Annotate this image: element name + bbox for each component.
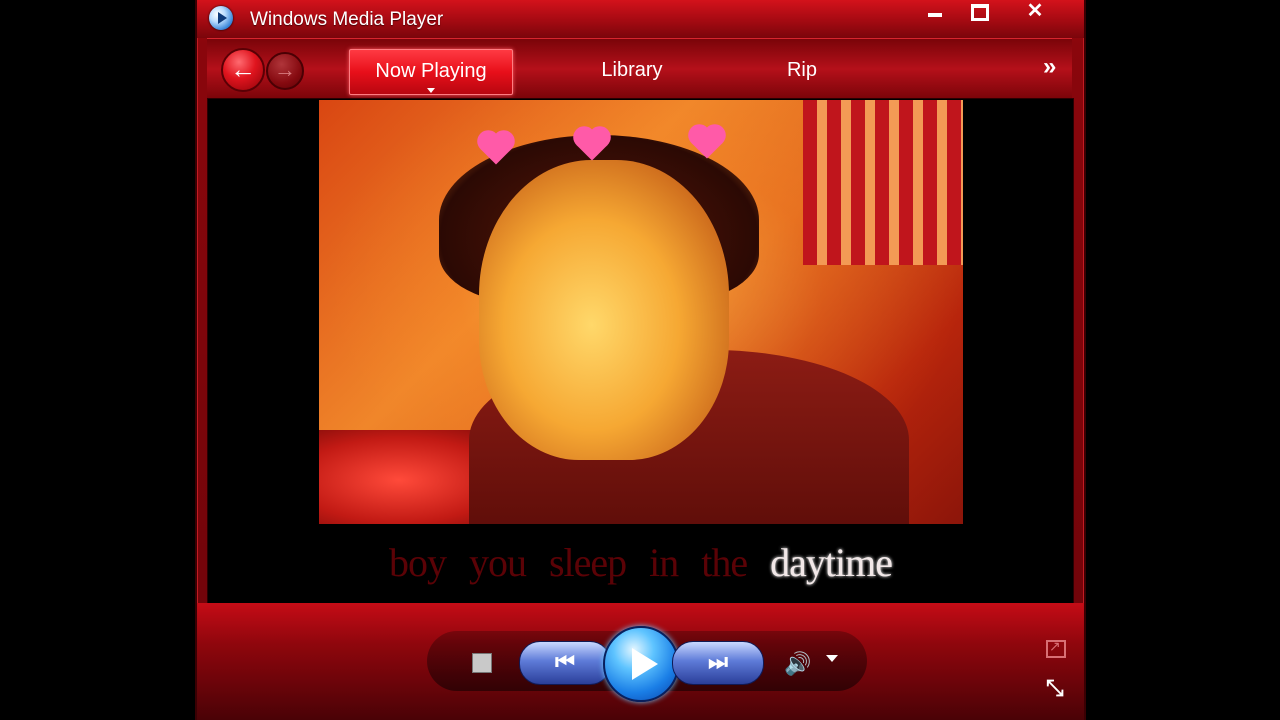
previous-icon: ⏮ bbox=[555, 649, 575, 674]
more-tabs-button[interactable]: » bbox=[1043, 53, 1056, 81]
volume-button[interactable]: 🔊 bbox=[784, 651, 811, 677]
tab-library[interactable]: Library bbox=[577, 49, 687, 93]
chevron-double-right-icon: » bbox=[1043, 53, 1057, 80]
tab-label: Rip bbox=[786, 59, 817, 81]
now-playing-area: boy you sleep in the daytime bbox=[207, 98, 1074, 605]
tab-rip[interactable]: Rip bbox=[747, 49, 857, 93]
volume-dropdown-icon[interactable] bbox=[826, 655, 838, 662]
lyric-word: sleep bbox=[548, 540, 627, 585]
tab-label: Library bbox=[601, 59, 663, 81]
lyric-word-active: daytime bbox=[770, 540, 893, 585]
wmp-icon bbox=[209, 6, 233, 30]
video-flag-stripes bbox=[803, 100, 963, 265]
playback-controls: ⏮ ⏭ 🔊 ⤡ bbox=[197, 603, 1084, 720]
close-icon: ✕ bbox=[1026, 0, 1044, 22]
maximize-button[interactable] bbox=[958, 0, 1002, 24]
window-title: Windows Media Player bbox=[250, 9, 444, 30]
tab-label: Now Playing bbox=[375, 60, 487, 82]
switch-to-compact-button[interactable]: ⤡ bbox=[1046, 675, 1064, 701]
arrow-left-icon: ← bbox=[230, 54, 256, 84]
navigation-bar: ← → Now Playing Library Rip » bbox=[207, 38, 1072, 100]
shrink-icon: ⤡ bbox=[1046, 675, 1064, 700]
video-frame[interactable] bbox=[319, 100, 963, 524]
back-button[interactable]: ← bbox=[221, 48, 265, 92]
play-button[interactable] bbox=[603, 626, 679, 702]
lyric-word: the bbox=[701, 540, 748, 585]
minimize-icon bbox=[928, 13, 942, 17]
video-person-face bbox=[479, 160, 729, 460]
next-icon: ⏭ bbox=[708, 649, 728, 674]
close-button[interactable]: ✕ bbox=[1009, 0, 1061, 24]
popout-button[interactable] bbox=[1046, 638, 1066, 658]
lyric-word: in bbox=[649, 540, 679, 585]
lyric-word: boy bbox=[388, 540, 447, 585]
speaker-icon: 🔊 bbox=[784, 651, 812, 676]
arrow-right-icon: → bbox=[274, 57, 296, 82]
minimize-button[interactable] bbox=[913, 0, 957, 24]
tab-now-playing[interactable]: Now Playing bbox=[349, 49, 513, 95]
forward-button[interactable]: → bbox=[266, 52, 304, 90]
next-button[interactable]: ⏭ bbox=[672, 641, 764, 685]
lyrics-line: boy you sleep in the daytime bbox=[208, 539, 1073, 589]
maximize-icon bbox=[971, 4, 989, 21]
lyric-word: you bbox=[468, 540, 527, 585]
previous-button[interactable]: ⏮ bbox=[519, 641, 611, 685]
title-bar: Windows Media Player ✕ bbox=[197, 0, 1084, 38]
caret-down-icon[interactable] bbox=[427, 88, 435, 93]
stop-button[interactable] bbox=[472, 653, 492, 673]
media-player-window: Windows Media Player ✕ ← → Now Playing L… bbox=[195, 0, 1086, 720]
